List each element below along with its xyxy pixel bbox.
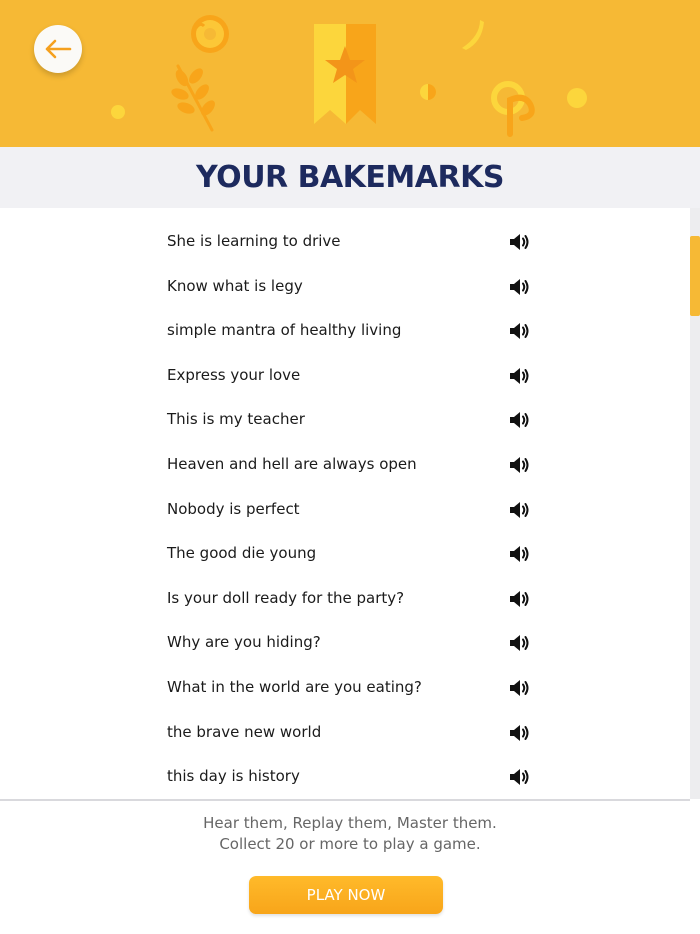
list-item[interactable]: Is your doll ready for the party? [0, 579, 690, 624]
phrase-text: this day is history [167, 767, 300, 786]
play-now-button[interactable]: PLAY NOW [249, 876, 443, 914]
list-item[interactable]: Heaven and hell are always open [0, 445, 690, 490]
arrow-left-icon [45, 39, 72, 59]
footer-line-1: Hear them, Replay them, Master them. [203, 814, 497, 832]
list-item[interactable]: The good die young [0, 534, 690, 579]
phrase-text: The good die young [167, 544, 317, 563]
crumb-icon [567, 88, 587, 108]
scrollbar-track[interactable] [690, 208, 700, 799]
phrase-text: Express your love [167, 365, 301, 384]
speaker-icon[interactable] [508, 365, 530, 387]
list-item[interactable]: This is my teacher [0, 400, 690, 445]
divider [0, 799, 690, 801]
phrase-text: What in the world are you eating? [167, 677, 422, 696]
phrase-text: Heaven and hell are always open [167, 454, 417, 473]
phrase-text: This is my teacher [167, 410, 305, 429]
list-item[interactable]: Why are you hiding? [0, 623, 690, 668]
footer-text: Hear them, Replay them, Master them. Col… [0, 813, 700, 855]
list-item[interactable]: What in the world are you eating? [0, 668, 690, 713]
footer-line-2: Collect 20 or more to play a game. [219, 835, 481, 853]
phrase-text: simple mantra of healthy living [167, 321, 402, 340]
list-item[interactable]: Nobody is perfect [0, 490, 690, 535]
speaker-icon[interactable] [508, 499, 530, 521]
bakemarks-list: She is learning to drive Know what is leg… [0, 222, 690, 799]
speaker-icon[interactable] [508, 543, 530, 565]
page-title: YOUR BAKEMARKS [196, 160, 504, 195]
pretzel-icon [491, 81, 535, 137]
list-item[interactable]: Know what is legy [0, 267, 690, 312]
speaker-icon[interactable] [508, 276, 530, 298]
header-banner [0, 0, 700, 147]
phrase-text: Nobody is perfect [167, 499, 300, 518]
speaker-icon[interactable] [508, 632, 530, 654]
bakemarks-list-area: She is learning to drive Know what is leg… [0, 208, 700, 799]
phrase-text: the brave new world [167, 722, 322, 741]
list-item[interactable]: the brave new world [0, 713, 690, 758]
crumb-icon [111, 105, 125, 119]
speaker-icon[interactable] [508, 231, 530, 253]
speaker-icon[interactable] [508, 766, 530, 788]
speaker-icon[interactable] [508, 588, 530, 610]
speaker-icon[interactable] [508, 722, 530, 744]
speaker-icon[interactable] [508, 454, 530, 476]
crumb-icon [462, 20, 484, 50]
bookmark-star-icon [314, 24, 376, 124]
list-item[interactable]: simple mantra of healthy living [0, 311, 690, 356]
phrase-text: She is learning to drive [167, 232, 341, 250]
phrase-text: Why are you hiding? [167, 633, 321, 652]
list-item[interactable]: Express your love [0, 356, 690, 401]
speaker-icon[interactable] [508, 320, 530, 342]
scrollbar-thumb[interactable] [690, 236, 700, 316]
list-item[interactable]: this day is history [0, 757, 690, 799]
phrase-text: Know what is legy [167, 276, 303, 295]
title-strip: YOUR BAKEMARKS [0, 147, 700, 208]
phrase-text: Is your doll ready for the party? [167, 588, 405, 607]
wheat-icon [171, 64, 215, 132]
list-item[interactable]: She is learning to drive [0, 222, 690, 267]
donut-icon [191, 15, 229, 53]
speaker-icon[interactable] [508, 677, 530, 699]
crumb-icon [420, 84, 436, 100]
back-button[interactable] [34, 25, 82, 73]
speaker-icon[interactable] [508, 409, 530, 431]
